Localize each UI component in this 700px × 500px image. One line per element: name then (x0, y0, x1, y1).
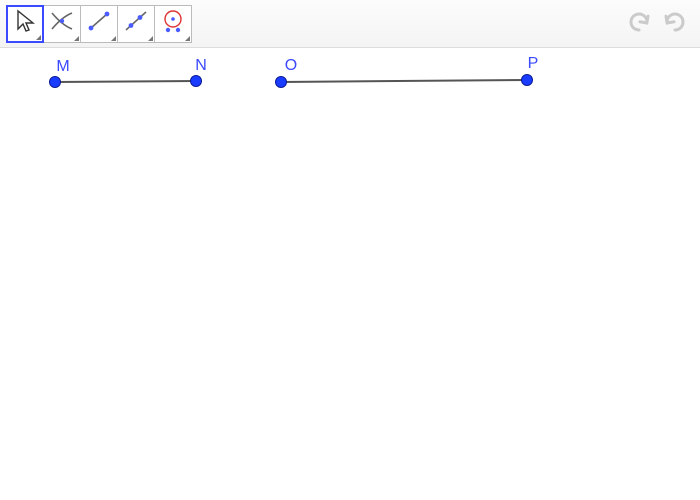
point-O[interactable] (276, 77, 287, 88)
segment[interactable] (55, 81, 196, 82)
segment[interactable] (281, 80, 527, 82)
move-tool-button[interactable] (6, 5, 44, 43)
point-M[interactable] (50, 77, 61, 88)
history-controls (622, 0, 692, 48)
compass-icon (159, 7, 187, 40)
point-P[interactable] (522, 75, 533, 86)
chevron-down-icon (148, 36, 153, 41)
point-label-N: N (195, 57, 207, 75)
tool-group (6, 5, 192, 43)
ray-icon (122, 7, 150, 40)
redo-button[interactable] (658, 7, 692, 41)
point-label-M: M (56, 58, 69, 76)
intersect-icon (48, 7, 76, 40)
undo-button[interactable] (622, 7, 656, 41)
geometry-canvas[interactable]: M N O P (0, 48, 700, 500)
redo-icon (661, 8, 689, 41)
cursor-icon (11, 7, 39, 40)
ray-tool-button[interactable] (117, 5, 155, 43)
compass-tool-button[interactable] (154, 5, 192, 43)
toolbar (0, 0, 700, 48)
point-label-P: P (528, 55, 539, 73)
point-N[interactable] (191, 76, 202, 87)
intersect-tool-button[interactable] (43, 5, 81, 43)
chevron-down-icon (36, 35, 41, 40)
point-label-O: O (285, 57, 297, 75)
undo-icon (625, 8, 653, 41)
chevron-down-icon (74, 36, 79, 41)
chevron-down-icon (111, 36, 116, 41)
chevron-down-icon (185, 36, 190, 41)
segment-icon (85, 7, 113, 40)
segment-tool-button[interactable] (80, 5, 118, 43)
